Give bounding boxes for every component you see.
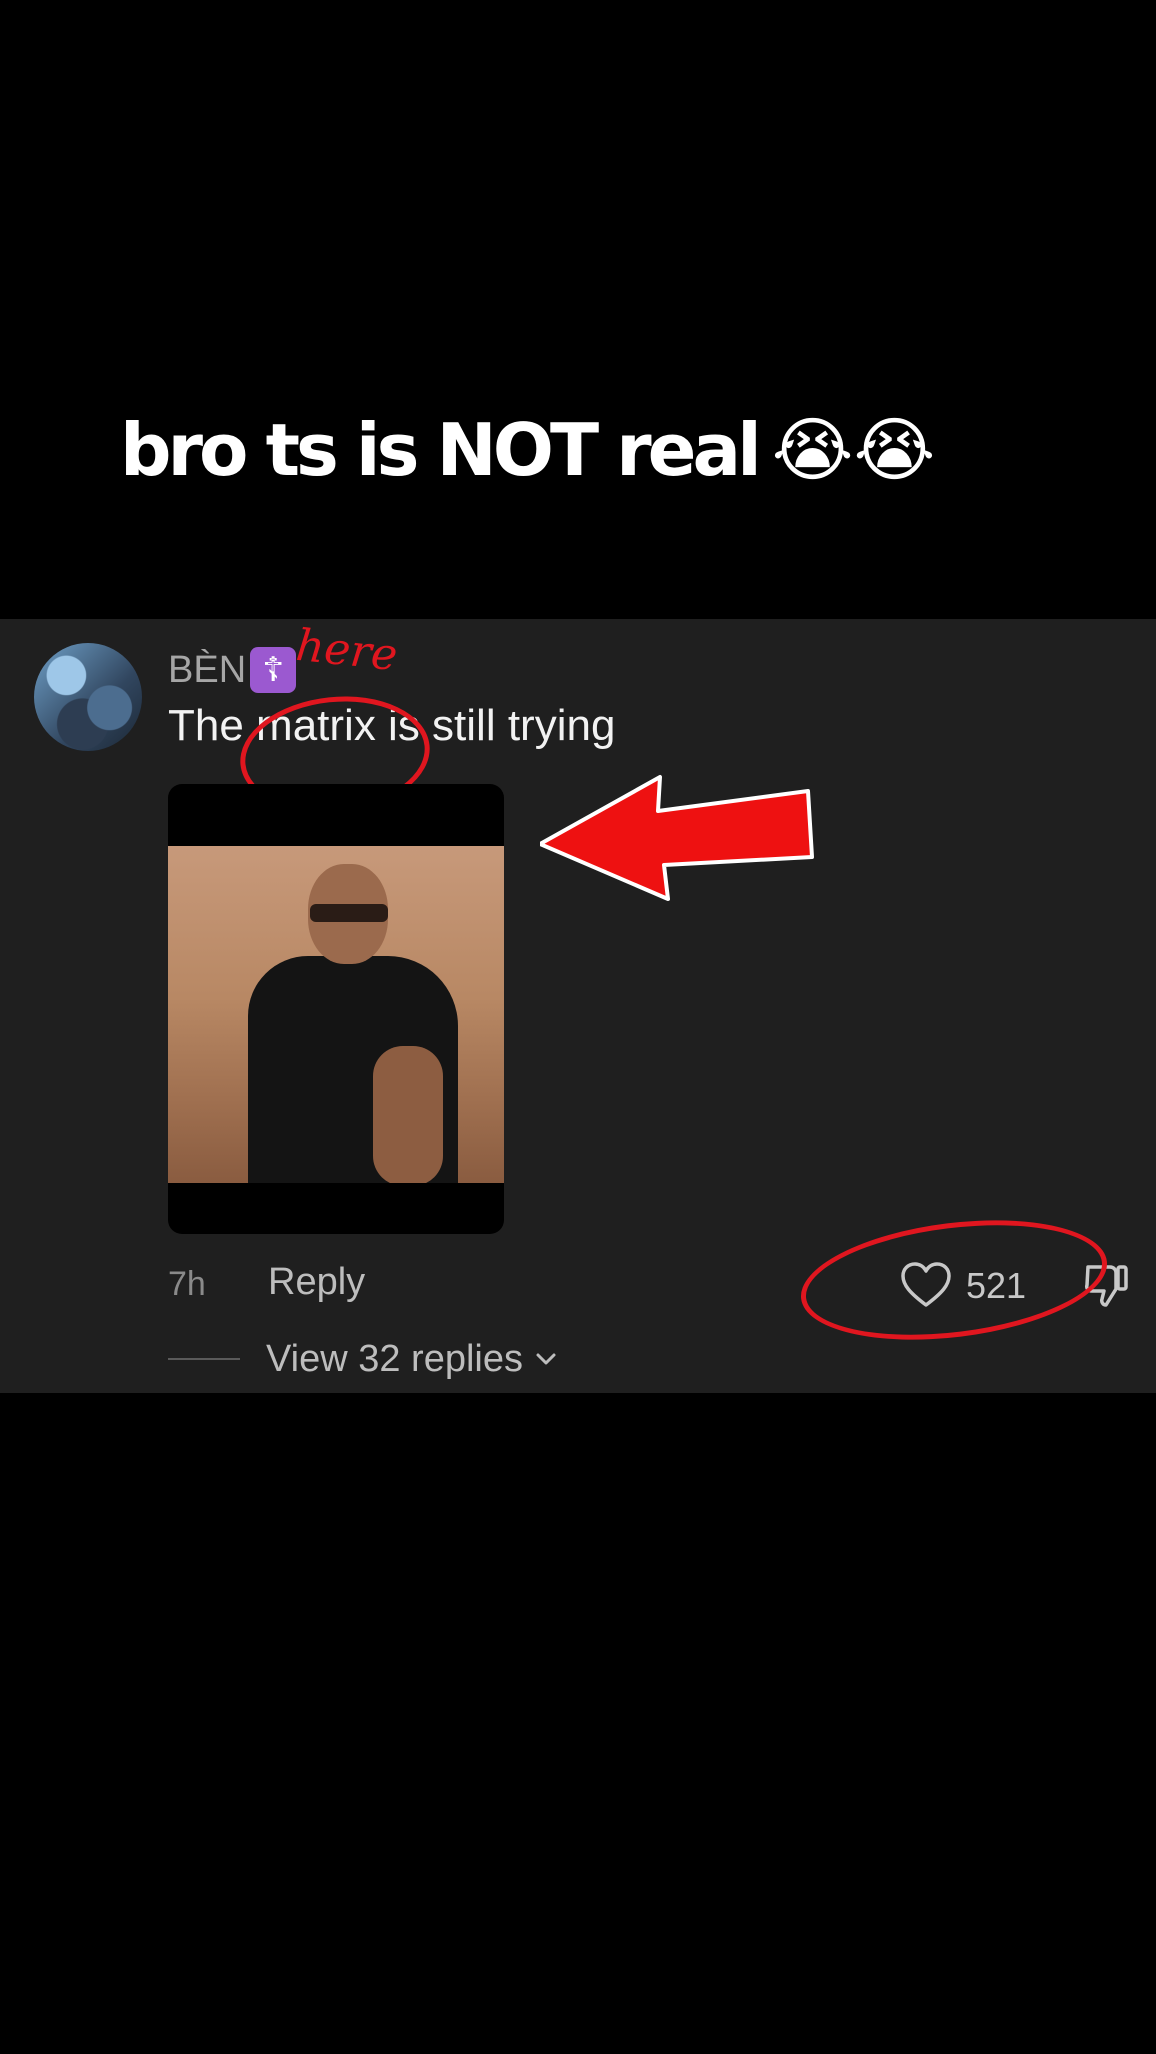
username[interactable]: BÈN: [168, 649, 246, 692]
comment-time: 7h: [168, 1265, 206, 1303]
comment-image[interactable]: [168, 784, 504, 1234]
caption-text: bro ts is NOT real: [118, 406, 764, 494]
reply-button[interactable]: Reply: [268, 1261, 365, 1304]
avatar[interactable]: [34, 643, 142, 751]
video-caption: bro ts is NOT real 😭😭: [118, 400, 936, 500]
annotation-circle-likes: [794, 1204, 1114, 1356]
comment-author[interactable]: BÈN ☦: [168, 647, 297, 693]
replies-divider: [168, 1358, 240, 1360]
orthodox-cross-icon: ☦: [250, 647, 297, 693]
view-replies-label[interactable]: View 32 replies: [266, 1338, 523, 1381]
annotation-here: here: [293, 619, 400, 682]
view-replies-button[interactable]: View 32 replies: [168, 1334, 559, 1384]
comment-actions: 7h Reply 521: [168, 1204, 1128, 1356]
comment-panel: BÈN ☦ here The matrix is still trying 7h…: [0, 619, 1156, 1393]
caption-emoji: 😭😭: [771, 409, 936, 491]
chevron-down-icon[interactable]: [533, 1346, 559, 1372]
photo: [168, 846, 504, 1183]
annotation-arrow-icon: [540, 775, 814, 901]
